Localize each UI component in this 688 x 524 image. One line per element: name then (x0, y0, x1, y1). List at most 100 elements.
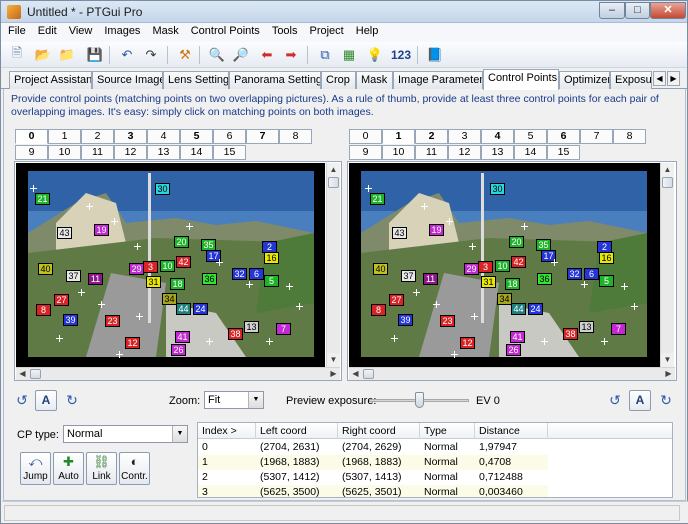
tab-scroll-left-button[interactable]: ◀ (653, 71, 666, 86)
control-point-41[interactable]: 41 (510, 331, 525, 343)
control-point-34[interactable]: 34 (497, 293, 512, 305)
scroll-thumb[interactable] (328, 177, 339, 188)
next-arrow-icon[interactable]: ➡ (281, 45, 301, 65)
table-row[interactable]: 0 (2704, 2631) (2704, 2629) Normal 1,97947 (198, 440, 548, 455)
slider-knob[interactable] (415, 392, 424, 408)
table-row[interactable]: 2 (5307, 1412) (5307, 1413) Normal 0,712488 (198, 470, 548, 485)
control-point-8[interactable]: 8 (371, 304, 386, 316)
control-point-23[interactable]: 23 (440, 315, 455, 327)
save-icon[interactable]: 💾 (85, 45, 105, 65)
image-tab-7[interactable]: 7 (580, 129, 613, 144)
control-point-18[interactable]: 18 (170, 278, 185, 290)
new-project-icon[interactable]: 🗎 (7, 45, 27, 65)
control-point-44[interactable]: 44 (511, 303, 526, 315)
scroll-down-icon[interactable]: ▼ (327, 353, 340, 367)
undo-icon[interactable]: ↶ (117, 45, 137, 65)
control-point-42[interactable]: 42 (511, 256, 526, 268)
control-point-43[interactable]: 43 (57, 227, 72, 239)
previous-arrow-icon[interactable]: ⬅ (257, 45, 277, 65)
menu-images[interactable]: Images (97, 23, 145, 37)
image-tab-9[interactable]: 9 (349, 145, 382, 160)
control-point-39[interactable]: 39 (63, 314, 78, 326)
tab-optimizer[interactable]: Optimizer (559, 71, 610, 89)
tab-crop[interactable]: Crop (321, 71, 356, 89)
minimize-button[interactable]: – (599, 2, 625, 19)
scroll-up-icon[interactable]: ▲ (327, 163, 340, 177)
image-tab-5[interactable]: 5 (514, 129, 547, 144)
close-button[interactable]: ✕ (650, 2, 686, 19)
control-point-37[interactable]: 37 (66, 270, 81, 282)
image-tab-15[interactable]: 15 (547, 145, 580, 160)
image-tab-4[interactable]: 4 (481, 129, 514, 144)
control-point-10[interactable]: 10 (495, 260, 510, 272)
preview-exposure-slider[interactable] (369, 391, 469, 409)
rotate-left-icon[interactable]: ↺ (14, 392, 30, 408)
control-point-27[interactable]: 27 (389, 294, 404, 306)
cp-type-select[interactable]: Normal ▼ (63, 425, 188, 443)
control-point-5[interactable]: 5 (599, 275, 614, 287)
control-point-10[interactable]: 10 (160, 260, 175, 272)
control-point-39[interactable]: 39 (398, 314, 413, 326)
control-points-table[interactable]: Index > Left coord Right coord Type Dist… (197, 422, 673, 498)
control-point-23[interactable]: 23 (105, 315, 120, 327)
tab-mask[interactable]: Mask (356, 71, 393, 89)
left-auto-button[interactable]: A (35, 390, 57, 411)
control-point-30[interactable]: 30 (490, 183, 505, 195)
control-point-24[interactable]: 24 (193, 303, 208, 315)
control-point-19[interactable]: 19 (94, 224, 109, 236)
control-point-7[interactable]: 7 (276, 323, 291, 335)
image-tab-2[interactable]: 2 (415, 129, 448, 144)
redo-icon[interactable]: ↷ (141, 45, 161, 65)
open-project-icon[interactable]: 📂 (33, 45, 53, 65)
auto-button[interactable]: ✚ Auto (53, 452, 84, 485)
image-tab-15[interactable]: 15 (213, 145, 246, 160)
image-tab-8[interactable]: 8 (279, 129, 312, 144)
right-auto-button[interactable]: A (629, 390, 651, 411)
image-tab-9[interactable]: 9 (15, 145, 48, 160)
image-tab-13[interactable]: 13 (481, 145, 514, 160)
control-point-29[interactable]: 29 (464, 263, 479, 275)
link-button[interactable]: ⛓ Link (86, 452, 117, 485)
control-point-40[interactable]: 40 (38, 263, 53, 275)
right-vertical-scrollbar[interactable]: ▲ ▼ (660, 163, 674, 367)
control-point-8[interactable]: 8 (36, 304, 51, 316)
control-point-20[interactable]: 20 (509, 236, 524, 248)
numbers-icon[interactable]: 123 (389, 45, 413, 65)
image-tab-12[interactable]: 12 (114, 145, 147, 160)
image-tab-10[interactable]: 10 (382, 145, 415, 160)
scroll-thumb[interactable] (662, 177, 673, 188)
image-tab-0[interactable]: 0 (349, 129, 382, 144)
image-tab-5[interactable]: 5 (180, 129, 213, 144)
zoom-select[interactable]: Fit ▼ (204, 391, 264, 409)
scroll-thumb[interactable] (30, 369, 41, 379)
right-horizontal-scrollbar[interactable]: ◀ ▶ (349, 367, 675, 380)
image-tab-10[interactable]: 10 (48, 145, 81, 160)
image-tab-14[interactable]: 14 (514, 145, 547, 160)
control-point-16[interactable]: 16 (264, 252, 279, 264)
image-tab-7[interactable]: 7 (246, 129, 279, 144)
tab-project-assistant[interactable]: Project Assistant (9, 71, 92, 89)
rotate-right-icon[interactable]: ↻ (658, 392, 674, 408)
menu-help[interactable]: Help (349, 23, 384, 37)
image-tab-8[interactable]: 8 (613, 129, 646, 144)
scroll-right-icon[interactable]: ▶ (327, 368, 340, 380)
left-horizontal-scrollbar[interactable]: ◀ ▶ (16, 367, 340, 380)
control-point-27[interactable]: 27 (54, 294, 69, 306)
table-row[interactable]: 1 (1968, 1883) (1968, 1883) Normal 0,4708 (198, 455, 548, 470)
image-tab-1[interactable]: 1 (382, 129, 415, 144)
control-point-12[interactable]: 12 (125, 337, 140, 349)
scroll-left-icon[interactable]: ◀ (349, 368, 362, 380)
right-image[interactable]: 30 21 43 19 20 35 2 17 16 42 10 40 37 11 29 3 36 32 6 5 31 18… (349, 163, 660, 367)
control-point-38[interactable]: 38 (228, 328, 243, 340)
control-point-6[interactable]: 6 (584, 268, 599, 280)
control-point-13[interactable]: 13 (244, 321, 259, 333)
tools-icon[interactable]: ⚒ (175, 45, 195, 65)
image-tab-3[interactable]: 3 (114, 129, 147, 144)
control-point-30[interactable]: 30 (155, 183, 170, 195)
control-point-21[interactable]: 21 (370, 193, 385, 205)
tab-exposure[interactable]: Exposure (610, 71, 652, 89)
image-tab-11[interactable]: 11 (415, 145, 448, 160)
menu-view[interactable]: View (62, 23, 98, 37)
control-point-24[interactable]: 24 (528, 303, 543, 315)
tab-control-points[interactable]: Control Points (483, 69, 559, 90)
